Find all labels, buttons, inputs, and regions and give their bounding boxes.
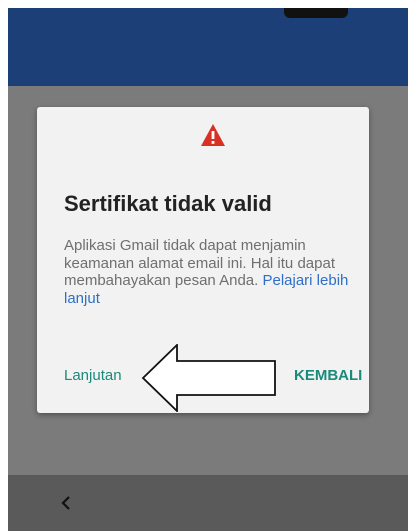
camera-notch bbox=[284, 8, 348, 18]
dialog-message: Aplikasi Gmail tidak dapat menjamin keam… bbox=[64, 237, 364, 307]
dialog-title: Sertifikat tidak valid bbox=[64, 191, 272, 216]
app-bar bbox=[8, 8, 408, 86]
continue-button[interactable]: Lanjutan bbox=[64, 367, 122, 384]
dimmed-content: Sertifikat tidak valid Aplikasi Gmail ti… bbox=[8, 86, 408, 476]
navigation-bar bbox=[8, 475, 408, 531]
left-arrow-outline-icon bbox=[141, 344, 276, 412]
warning-triangle-icon bbox=[201, 124, 225, 146]
nav-back-button[interactable] bbox=[52, 489, 80, 517]
phone-screen: Sertifikat tidak valid Aplikasi Gmail ti… bbox=[8, 8, 408, 531]
chevron-left-icon bbox=[61, 496, 70, 510]
back-button[interactable]: KEMBALI bbox=[294, 367, 362, 384]
